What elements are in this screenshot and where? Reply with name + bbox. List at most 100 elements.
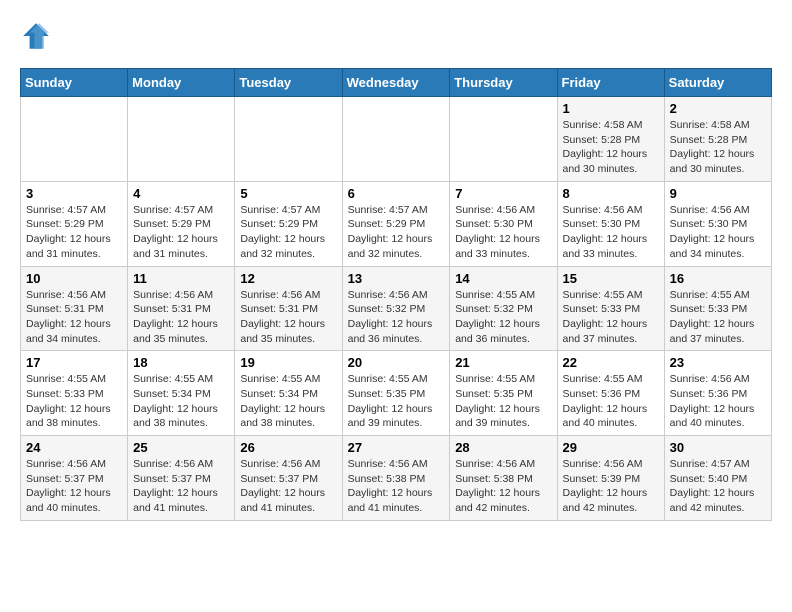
- calendar-cell: 23 Sunrise: 4:56 AM Sunset: 5:36 PM Dayli…: [664, 351, 771, 436]
- day-info: Sunrise: 4:57 AM Sunset: 5:29 PM Dayligh…: [26, 203, 122, 262]
- day-info: Sunrise: 4:56 AM Sunset: 5:32 PM Dayligh…: [348, 288, 445, 347]
- day-info: Sunrise: 4:56 AM Sunset: 5:38 PM Dayligh…: [455, 457, 551, 516]
- day-info: Sunrise: 4:58 AM Sunset: 5:28 PM Dayligh…: [563, 118, 659, 177]
- day-number: 21: [455, 355, 551, 370]
- day-info: Sunrise: 4:55 AM Sunset: 5:33 PM Dayligh…: [670, 288, 766, 347]
- calendar-header-wednesday: Wednesday: [342, 69, 450, 97]
- day-info: Sunrise: 4:57 AM Sunset: 5:40 PM Dayligh…: [670, 457, 766, 516]
- day-number: 5: [240, 186, 336, 201]
- day-number: 24: [26, 440, 122, 455]
- calendar-cell: 12Sunrise: 4:56 AM Sunset: 5:31 PM Dayli…: [235, 266, 342, 351]
- day-info: Sunrise: 4:56 AM Sunset: 5:36 PM Dayligh…: [670, 372, 766, 431]
- day-number: 8: [563, 186, 659, 201]
- day-info: Sunrise: 4:56 AM Sunset: 5:30 PM Dayligh…: [455, 203, 551, 262]
- calendar-cell: 16 Sunrise: 4:55 AM Sunset: 5:33 PM Dayli…: [664, 266, 771, 351]
- calendar-week-row: 1 Sunrise: 4:58 AM Sunset: 5:28 PM Daylig…: [21, 97, 772, 182]
- day-info: Sunrise: 4:56 AM Sunset: 5:37 PM Dayligh…: [133, 457, 229, 516]
- calendar-cell: [235, 97, 342, 182]
- calendar-cell: 27 Sunrise: 4:56 AM Sunset: 5:38 PM Dayli…: [342, 436, 450, 521]
- day-info: Sunrise: 4:56 AM Sunset: 5:31 PM Dayligh…: [133, 288, 229, 347]
- calendar-cell: [21, 97, 128, 182]
- day-info: Sunrise: 4:55 AM Sunset: 5:33 PM Dayligh…: [563, 288, 659, 347]
- calendar-cell: 4Sunrise: 4:57 AM Sunset: 5:29 PM Daylig…: [128, 181, 235, 266]
- calendar-week-row: 24 Sunrise: 4:56 AM Sunset: 5:37 PM Dayli…: [21, 436, 772, 521]
- day-info: Sunrise: 4:57 AM Sunset: 5:29 PM Dayligh…: [348, 203, 445, 262]
- day-number: 28: [455, 440, 551, 455]
- calendar-cell: 2Sunrise: 4:58 AM Sunset: 5:28 PM Daylig…: [664, 97, 771, 182]
- calendar-cell: 21 Sunrise: 4:55 AM Sunset: 5:35 PM Dayli…: [450, 351, 557, 436]
- day-number: 30: [670, 440, 766, 455]
- day-number: 18: [133, 355, 229, 370]
- calendar-cell: [450, 97, 557, 182]
- page-header: [20, 20, 772, 52]
- calendar-cell: 3 Sunrise: 4:57 AM Sunset: 5:29 PM Daylig…: [21, 181, 128, 266]
- day-info: Sunrise: 4:55 AM Sunset: 5:34 PM Dayligh…: [240, 372, 336, 431]
- calendar-week-row: 10 Sunrise: 4:56 AM Sunset: 5:31 PM Dayli…: [21, 266, 772, 351]
- calendar-header-tuesday: Tuesday: [235, 69, 342, 97]
- day-number: 13: [348, 271, 445, 286]
- calendar-header-friday: Friday: [557, 69, 664, 97]
- calendar-cell: [128, 97, 235, 182]
- day-number: 14: [455, 271, 551, 286]
- calendar-cell: 25Sunrise: 4:56 AM Sunset: 5:37 PM Dayli…: [128, 436, 235, 521]
- calendar-cell: 11 Sunrise: 4:56 AM Sunset: 5:31 PM Dayli…: [128, 266, 235, 351]
- day-number: 23: [670, 355, 766, 370]
- day-number: 26: [240, 440, 336, 455]
- day-number: 11: [133, 271, 229, 286]
- calendar-cell: 24 Sunrise: 4:56 AM Sunset: 5:37 PM Dayli…: [21, 436, 128, 521]
- day-info: Sunrise: 4:56 AM Sunset: 5:31 PM Dayligh…: [26, 288, 122, 347]
- day-number: 3: [26, 186, 122, 201]
- day-number: 6: [348, 186, 445, 201]
- logo: [20, 20, 56, 52]
- calendar-cell: 9Sunrise: 4:56 AM Sunset: 5:30 PM Daylig…: [664, 181, 771, 266]
- day-info: Sunrise: 4:55 AM Sunset: 5:33 PM Dayligh…: [26, 372, 122, 431]
- day-info: Sunrise: 4:55 AM Sunset: 5:35 PM Dayligh…: [455, 372, 551, 431]
- day-info: Sunrise: 4:55 AM Sunset: 5:35 PM Dayligh…: [348, 372, 445, 431]
- day-number: 29: [563, 440, 659, 455]
- day-number: 1: [563, 101, 659, 116]
- calendar-cell: 1 Sunrise: 4:58 AM Sunset: 5:28 PM Daylig…: [557, 97, 664, 182]
- calendar-cell: 29 Sunrise: 4:56 AM Sunset: 5:39 PM Dayli…: [557, 436, 664, 521]
- day-number: 22: [563, 355, 659, 370]
- day-info: Sunrise: 4:57 AM Sunset: 5:29 PM Dayligh…: [240, 203, 336, 262]
- day-number: 4: [133, 186, 229, 201]
- calendar-cell: 13 Sunrise: 4:56 AM Sunset: 5:32 PM Dayli…: [342, 266, 450, 351]
- calendar-week-row: 17 Sunrise: 4:55 AM Sunset: 5:33 PM Dayli…: [21, 351, 772, 436]
- calendar-cell: 17 Sunrise: 4:55 AM Sunset: 5:33 PM Dayli…: [21, 351, 128, 436]
- day-info: Sunrise: 4:56 AM Sunset: 5:38 PM Dayligh…: [348, 457, 445, 516]
- calendar-header-thursday: Thursday: [450, 69, 557, 97]
- day-number: 27: [348, 440, 445, 455]
- day-info: Sunrise: 4:56 AM Sunset: 5:30 PM Dayligh…: [670, 203, 766, 262]
- day-info: Sunrise: 4:56 AM Sunset: 5:37 PM Dayligh…: [240, 457, 336, 516]
- calendar-header-sunday: Sunday: [21, 69, 128, 97]
- day-number: 20: [348, 355, 445, 370]
- calendar-cell: 8 Sunrise: 4:56 AM Sunset: 5:30 PM Daylig…: [557, 181, 664, 266]
- calendar-cell: 19 Sunrise: 4:55 AM Sunset: 5:34 PM Dayli…: [235, 351, 342, 436]
- calendar-week-row: 3 Sunrise: 4:57 AM Sunset: 5:29 PM Daylig…: [21, 181, 772, 266]
- calendar-cell: 14 Sunrise: 4:55 AM Sunset: 5:32 PM Dayli…: [450, 266, 557, 351]
- calendar-cell: [342, 97, 450, 182]
- calendar-table: SundayMondayTuesdayWednesdayThursdayFrid…: [20, 68, 772, 521]
- calendar-cell: 15Sunrise: 4:55 AM Sunset: 5:33 PM Dayli…: [557, 266, 664, 351]
- calendar-cell: 26 Sunrise: 4:56 AM Sunset: 5:37 PM Dayli…: [235, 436, 342, 521]
- calendar-cell: 7 Sunrise: 4:56 AM Sunset: 5:30 PM Daylig…: [450, 181, 557, 266]
- calendar-cell: 10 Sunrise: 4:56 AM Sunset: 5:31 PM Dayli…: [21, 266, 128, 351]
- day-number: 12: [240, 271, 336, 286]
- calendar-cell: 28 Sunrise: 4:56 AM Sunset: 5:38 PM Dayli…: [450, 436, 557, 521]
- calendar-cell: 22Sunrise: 4:55 AM Sunset: 5:36 PM Dayli…: [557, 351, 664, 436]
- day-number: 16: [670, 271, 766, 286]
- calendar-cell: 18Sunrise: 4:55 AM Sunset: 5:34 PM Dayli…: [128, 351, 235, 436]
- day-info: Sunrise: 4:56 AM Sunset: 5:30 PM Dayligh…: [563, 203, 659, 262]
- day-number: 7: [455, 186, 551, 201]
- calendar-header-saturday: Saturday: [664, 69, 771, 97]
- day-number: 19: [240, 355, 336, 370]
- day-number: 17: [26, 355, 122, 370]
- calendar-cell: 30 Sunrise: 4:57 AM Sunset: 5:40 PM Dayli…: [664, 436, 771, 521]
- day-info: Sunrise: 4:56 AM Sunset: 5:39 PM Dayligh…: [563, 457, 659, 516]
- day-number: 10: [26, 271, 122, 286]
- day-info: Sunrise: 4:56 AM Sunset: 5:37 PM Dayligh…: [26, 457, 122, 516]
- day-info: Sunrise: 4:55 AM Sunset: 5:32 PM Dayligh…: [455, 288, 551, 347]
- day-number: 2: [670, 101, 766, 116]
- calendar-header-row: SundayMondayTuesdayWednesdayThursdayFrid…: [21, 69, 772, 97]
- calendar-cell: 6 Sunrise: 4:57 AM Sunset: 5:29 PM Daylig…: [342, 181, 450, 266]
